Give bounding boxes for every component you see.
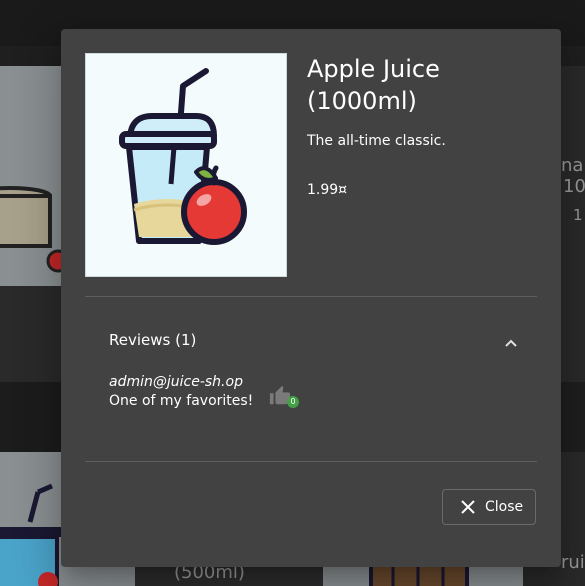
product-price: 1.99¤ [307, 182, 348, 198]
apple-juice-illustration [119, 68, 247, 245]
background-product-price-fragment: 1 [573, 206, 583, 224]
divider [85, 461, 537, 462]
review-message: One of my favorites! [109, 393, 254, 409]
divider [85, 296, 537, 297]
close-button[interactable]: Close [442, 489, 536, 525]
background-divider [0, 382, 62, 452]
reviews-heading: Reviews (1) [109, 331, 197, 349]
product-details-dialog: Apple Juice (1000ml) The all-time classi… [61, 29, 561, 567]
background-product-name-fragment: ruit [561, 552, 585, 573]
review-author: admin@juice-sh.op [109, 374, 243, 390]
product-title: Apple Juice (1000ml) [307, 55, 440, 115]
background-product-name-fragment: 10 [563, 176, 585, 197]
likes-count-badge: 0 [287, 396, 299, 408]
bowl-image [0, 186, 62, 273]
background-product-name-fragment: na [561, 155, 584, 176]
product-image [85, 53, 287, 277]
background-product-card [0, 66, 62, 382]
reviews-expansion-header[interactable]: Reviews (1) [85, 319, 537, 363]
chevron-up-icon[interactable] [505, 333, 517, 352]
close-button-label: Close [485, 499, 524, 515]
background-product-image [0, 66, 62, 286]
background-product-card [561, 66, 585, 382]
product-description: The all-time classic. [307, 133, 446, 149]
close-icon [461, 500, 475, 518]
review-item: admin@juice-sh.op One of my favorites! [109, 373, 253, 411]
